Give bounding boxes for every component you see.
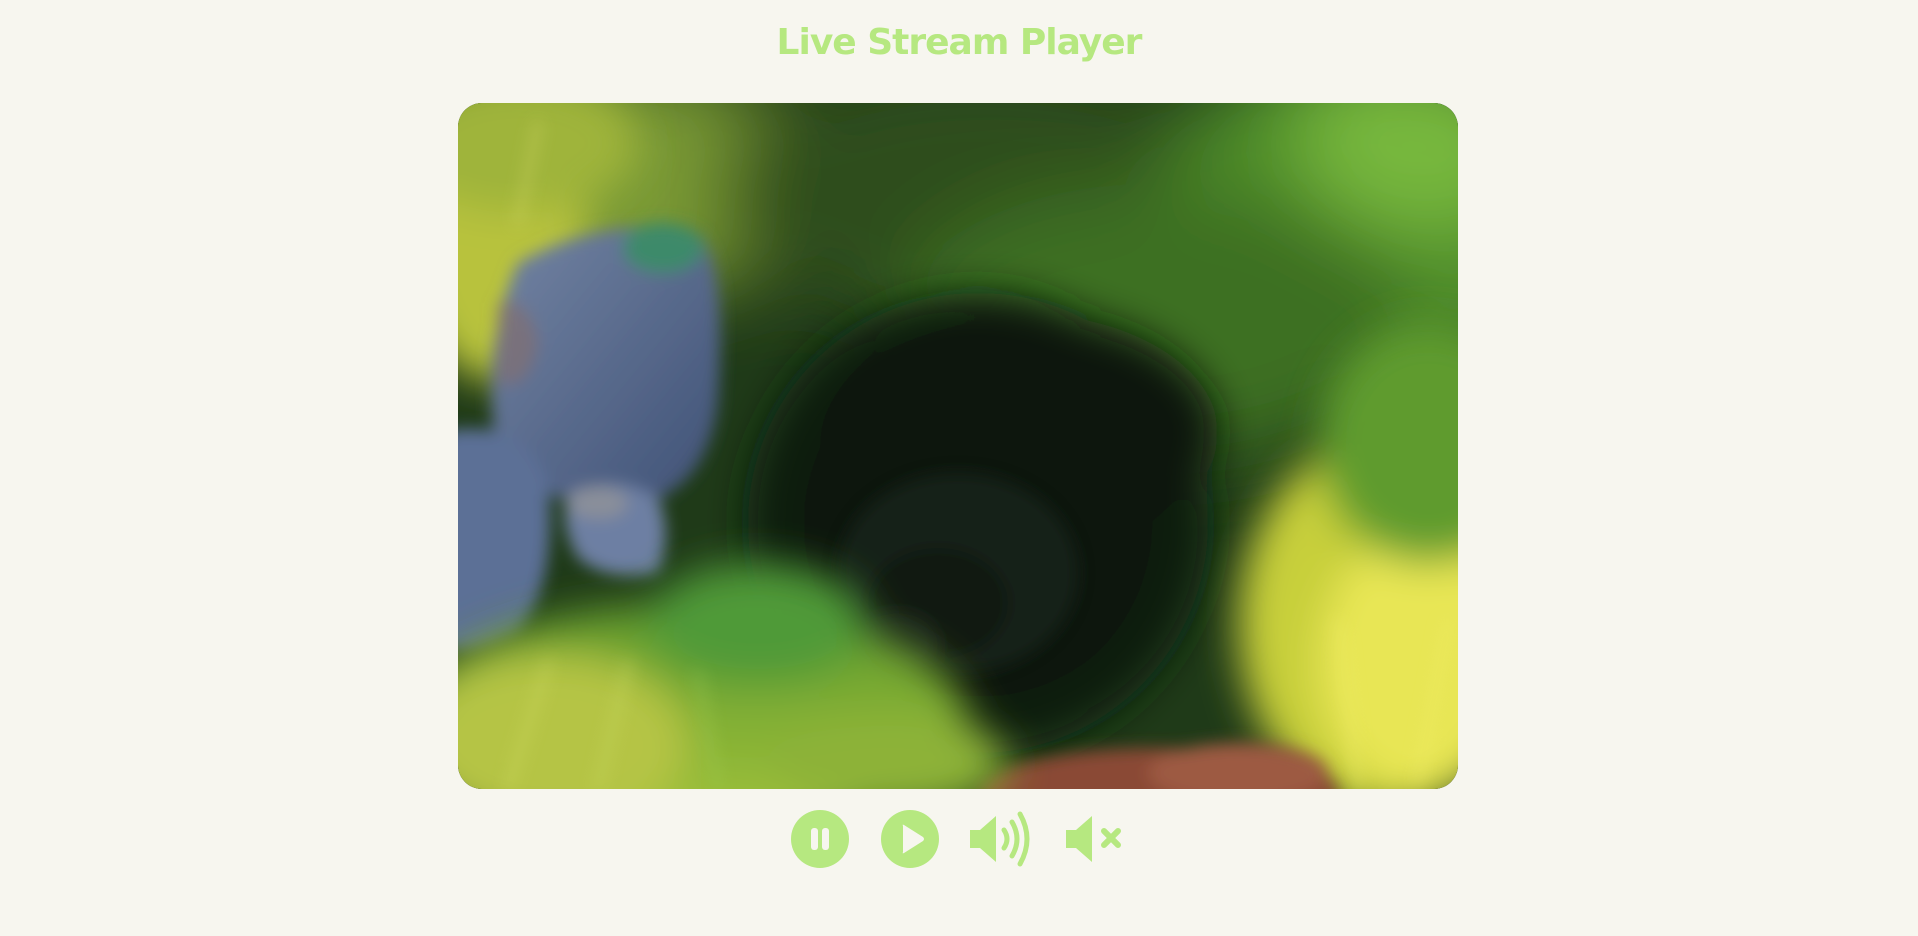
play-icon <box>881 810 939 868</box>
video-frame <box>458 103 1458 789</box>
player-controls <box>0 808 1918 870</box>
video-player[interactable] <box>458 103 1458 789</box>
page-title: Live Stream Player <box>776 22 1143 63</box>
pause-icon <box>791 810 849 868</box>
volume-up-icon <box>970 811 1030 867</box>
unmute-button[interactable] <box>968 808 1038 870</box>
mute-button[interactable] <box>1064 808 1130 870</box>
volume-mute-icon <box>1066 816 1121 862</box>
pause-button[interactable] <box>790 808 850 870</box>
play-button[interactable] <box>880 808 940 870</box>
